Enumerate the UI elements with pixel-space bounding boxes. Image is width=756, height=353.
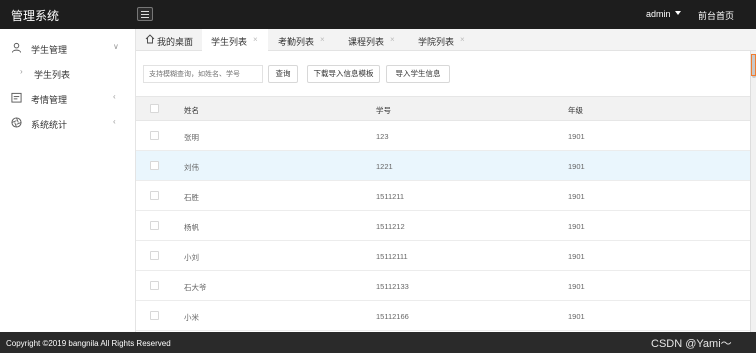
table-row[interactable]: 石大爷 15112133 1901	[136, 271, 750, 301]
cell-grade: 1901	[568, 312, 585, 321]
app-title: 管理系统	[11, 9, 60, 23]
cell-student-id: 1511212	[376, 222, 405, 231]
cell-name: 小米	[184, 313, 199, 322]
row-checkbox[interactable]	[150, 161, 159, 170]
menu-toggle-icon[interactable]	[137, 7, 153, 21]
calendar-icon	[11, 92, 22, 103]
chevron-left-icon: ‹	[113, 92, 116, 101]
tab-label: 学生列表	[211, 37, 248, 47]
tab-course-list[interactable]: 课程列表 ×	[338, 29, 404, 51]
chevron-down-icon: ∨	[113, 42, 119, 51]
table-header: 姓名 学号 年级	[136, 96, 750, 121]
tab-attendance-list[interactable]: 考勤列表 ×	[268, 29, 334, 51]
user-icon	[11, 42, 22, 53]
column-header-student-id: 学号	[376, 106, 391, 115]
caret-down-icon	[674, 11, 681, 15]
row-checkbox[interactable]	[150, 281, 159, 290]
main-content: 查询 下载导入信息模板 导入学生信息 姓名 学号 年级 张明 123 1901 刘伟 1…	[136, 51, 750, 332]
cell-grade: 1901	[568, 222, 585, 231]
user-menu[interactable]: admin	[646, 9, 681, 19]
cell-grade: 1901	[568, 252, 585, 261]
table-row[interactable]: 小刘 15112111 1901	[136, 241, 750, 271]
watermark-text: CSDN @Yami～	[651, 338, 732, 350]
search-input[interactable]	[143, 65, 263, 83]
footer: Copyright ©2019 bangnila All Rights Rese…	[0, 332, 756, 353]
sidebar-item-label: 学生管理	[31, 45, 68, 55]
tab-label: 学院列表	[418, 37, 455, 47]
cell-grade: 1901	[568, 282, 585, 291]
user-name: admin	[646, 9, 671, 19]
table-row[interactable]: 小米 15112166 1901	[136, 301, 750, 331]
cell-student-id: 15112133	[376, 282, 409, 291]
sidebar-item-label: 学生列表	[34, 70, 71, 80]
copyright-text: Copyright ©2019 bangnila All Rights Rese…	[6, 339, 171, 348]
table-row[interactable]: 杨帆 1511212 1901	[136, 211, 750, 241]
cell-name: 石胜	[184, 193, 199, 202]
aperture-icon	[11, 117, 22, 128]
row-checkbox[interactable]	[150, 221, 159, 230]
close-icon[interactable]: ×	[390, 35, 395, 44]
sidebar: 学生管理 ∨ › 学生列表 考情管理 ‹ 系统统计 ‹	[0, 29, 136, 332]
cell-grade: 1901	[568, 192, 585, 201]
chevron-right-icon: ›	[20, 67, 23, 76]
cell-student-id: 1221	[376, 162, 393, 171]
column-header-grade: 年级	[568, 106, 583, 115]
cell-grade: 1901	[568, 162, 585, 171]
close-icon[interactable]: ×	[253, 35, 258, 44]
sidebar-item-student-list[interactable]: › 学生列表	[0, 61, 136, 85]
tab-label: 考勤列表	[278, 37, 315, 47]
cell-name: 石大爷	[184, 283, 207, 292]
select-all-checkbox[interactable]	[150, 104, 159, 113]
sidebar-item-label: 系统统计	[31, 120, 68, 130]
sidebar-item-system-statistics[interactable]: 系统统计 ‹	[0, 111, 136, 135]
sidebar-item-student-management[interactable]: 学生管理 ∨	[0, 36, 136, 60]
front-page-link[interactable]: 前台首页	[698, 9, 734, 22]
column-header-name: 姓名	[184, 106, 199, 115]
table-row[interactable]: 刘伟 1221 1901	[136, 151, 750, 181]
cell-student-id: 15112111	[376, 252, 408, 261]
cell-name: 小刘	[184, 253, 199, 262]
cell-name: 杨帆	[184, 223, 199, 232]
home-icon	[145, 34, 155, 44]
chevron-left-icon: ‹	[113, 117, 116, 126]
sidebar-item-label: 考情管理	[31, 95, 68, 105]
tab-student-list[interactable]: 学生列表 ×	[202, 29, 268, 51]
toolbar: 查询 下载导入信息模板 导入学生信息	[136, 51, 750, 96]
cell-grade: 1901	[568, 132, 585, 141]
row-checkbox[interactable]	[150, 191, 159, 200]
query-button[interactable]: 查询	[268, 65, 298, 83]
top-bar: 管理系统 admin 前台首页	[0, 0, 756, 29]
row-checkbox[interactable]	[150, 311, 159, 320]
tab-my-desktop[interactable]: 我的桌面	[136, 29, 202, 51]
tab-bar: 我的桌面 学生列表 × 考勤列表 × 课程列表 × 学院列表 ×	[136, 29, 756, 51]
tab-college-list[interactable]: 学院列表 ×	[407, 29, 473, 51]
row-checkbox[interactable]	[150, 131, 159, 140]
scrollbar-highlight	[751, 54, 756, 76]
row-checkbox[interactable]	[150, 251, 159, 260]
table-row[interactable]: 张明 123 1901	[136, 121, 750, 151]
sidebar-item-attendance-management[interactable]: 考情管理 ‹	[0, 86, 136, 110]
cell-student-id: 123	[376, 132, 389, 141]
download-template-button[interactable]: 下载导入信息模板	[307, 65, 380, 83]
scrollbar[interactable]	[750, 51, 756, 332]
close-icon[interactable]: ×	[320, 35, 325, 44]
cell-student-id: 15112166	[376, 312, 409, 321]
cell-student-id: 1511211	[376, 192, 405, 201]
close-icon[interactable]: ×	[460, 35, 465, 44]
table-row[interactable]: 石胜 1511211 1901	[136, 181, 750, 211]
cell-name: 刘伟	[184, 163, 199, 172]
import-students-button[interactable]: 导入学生信息	[386, 65, 450, 83]
tab-label: 我的桌面	[157, 37, 194, 47]
tab-label: 课程列表	[348, 37, 385, 47]
cell-name: 张明	[184, 133, 199, 142]
